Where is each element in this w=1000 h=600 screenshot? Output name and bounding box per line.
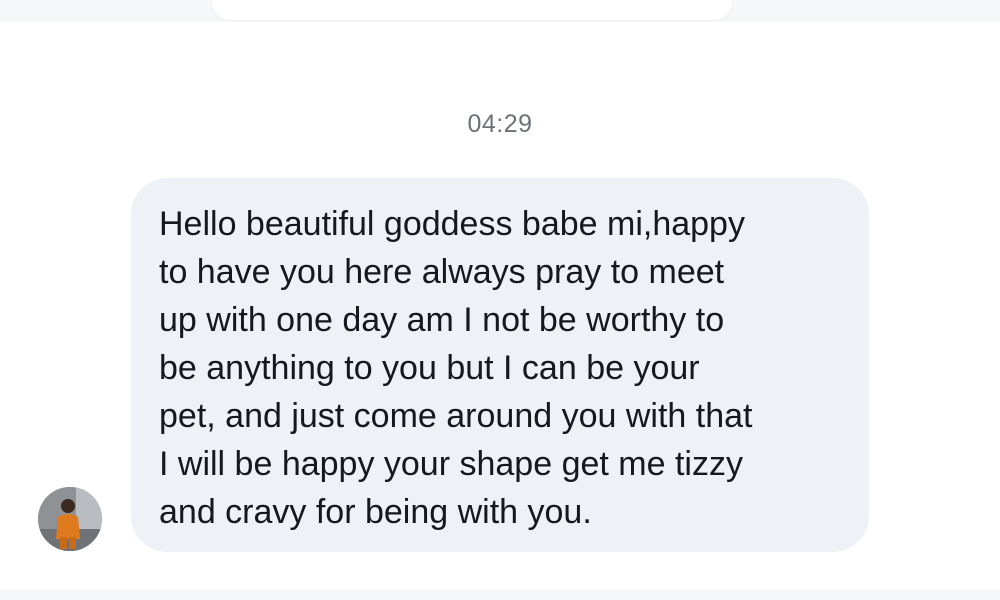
composer-edge: [0, 589, 1000, 600]
message-timestamp: 04:29: [467, 110, 533, 138]
incoming-message-bubble[interactable]: Hello beautiful goddess babe mi,happy to…: [131, 178, 869, 552]
sender-avatar[interactable]: [38, 487, 102, 551]
previous-message-card[interactable]: [212, 0, 732, 20]
avatar-photo-icon: [38, 487, 102, 551]
message-text: Hello beautiful goddess babe mi,happy to…: [159, 205, 753, 531]
chat-view: 04:29 Hello beautiful goddess babe mi,ha…: [0, 0, 1000, 600]
